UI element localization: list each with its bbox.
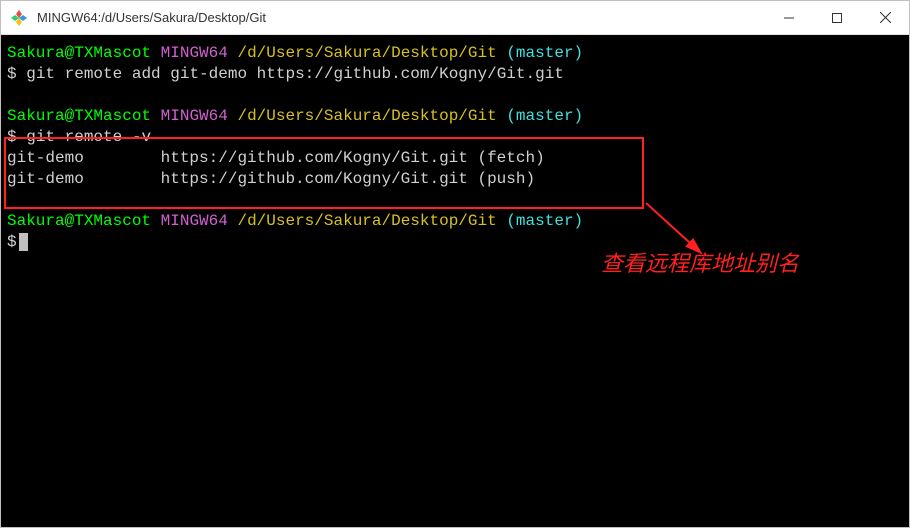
blank-line bbox=[7, 85, 903, 106]
prompt-line: Sakura@TXMascot MINGW64 /d/Users/Sakura/… bbox=[7, 43, 903, 64]
window-titlebar: MINGW64:/d/Users/Sakura/Desktop/Git bbox=[1, 1, 909, 35]
annotation-text: 查看远程库地址别名 bbox=[601, 253, 799, 274]
window-title: MINGW64:/d/Users/Sakura/Desktop/Git bbox=[37, 10, 765, 25]
cwd-path: /d/Users/Sakura/Desktop/Git bbox=[237, 212, 496, 230]
terminal-area[interactable]: Sakura@TXMascot MINGW64 /d/Users/Sakura/… bbox=[1, 35, 909, 527]
cwd-path: /d/Users/Sakura/Desktop/Git bbox=[237, 44, 496, 62]
user-host: Sakura@TXMascot bbox=[7, 44, 151, 62]
command-line: $ git remote -v bbox=[7, 127, 903, 148]
minimize-button[interactable] bbox=[765, 1, 813, 34]
output-line: git-demo https://github.com/Kogny/Git.gi… bbox=[7, 169, 903, 190]
user-host: Sakura@TXMascot bbox=[7, 107, 151, 125]
env-label: MINGW64 bbox=[161, 44, 228, 62]
branch-label: (master) bbox=[506, 212, 583, 230]
prompt-symbol: $ bbox=[7, 128, 17, 146]
prompt-symbol: $ bbox=[7, 65, 17, 83]
command-line: $ bbox=[7, 232, 903, 253]
env-label: MINGW64 bbox=[161, 212, 228, 230]
cwd-path: /d/Users/Sakura/Desktop/Git bbox=[237, 107, 496, 125]
app-icon bbox=[9, 8, 29, 28]
maximize-button[interactable] bbox=[813, 1, 861, 34]
prompt-symbol: $ bbox=[7, 233, 17, 251]
output-line: git-demo https://github.com/Kogny/Git.gi… bbox=[7, 148, 903, 169]
blank-line bbox=[7, 190, 903, 211]
command-text: git remote -v bbox=[26, 128, 151, 146]
branch-label: (master) bbox=[506, 107, 583, 125]
window-controls bbox=[765, 1, 909, 34]
branch-label: (master) bbox=[506, 44, 583, 62]
cursor bbox=[19, 233, 28, 251]
prompt-line: Sakura@TXMascot MINGW64 /d/Users/Sakura/… bbox=[7, 211, 903, 232]
env-label: MINGW64 bbox=[161, 107, 228, 125]
command-line: $ git remote add git-demo https://github… bbox=[7, 64, 903, 85]
close-button[interactable] bbox=[861, 1, 909, 34]
prompt-line: Sakura@TXMascot MINGW64 /d/Users/Sakura/… bbox=[7, 106, 903, 127]
user-host: Sakura@TXMascot bbox=[7, 212, 151, 230]
command-text: git remote add git-demo https://github.c… bbox=[26, 65, 564, 83]
